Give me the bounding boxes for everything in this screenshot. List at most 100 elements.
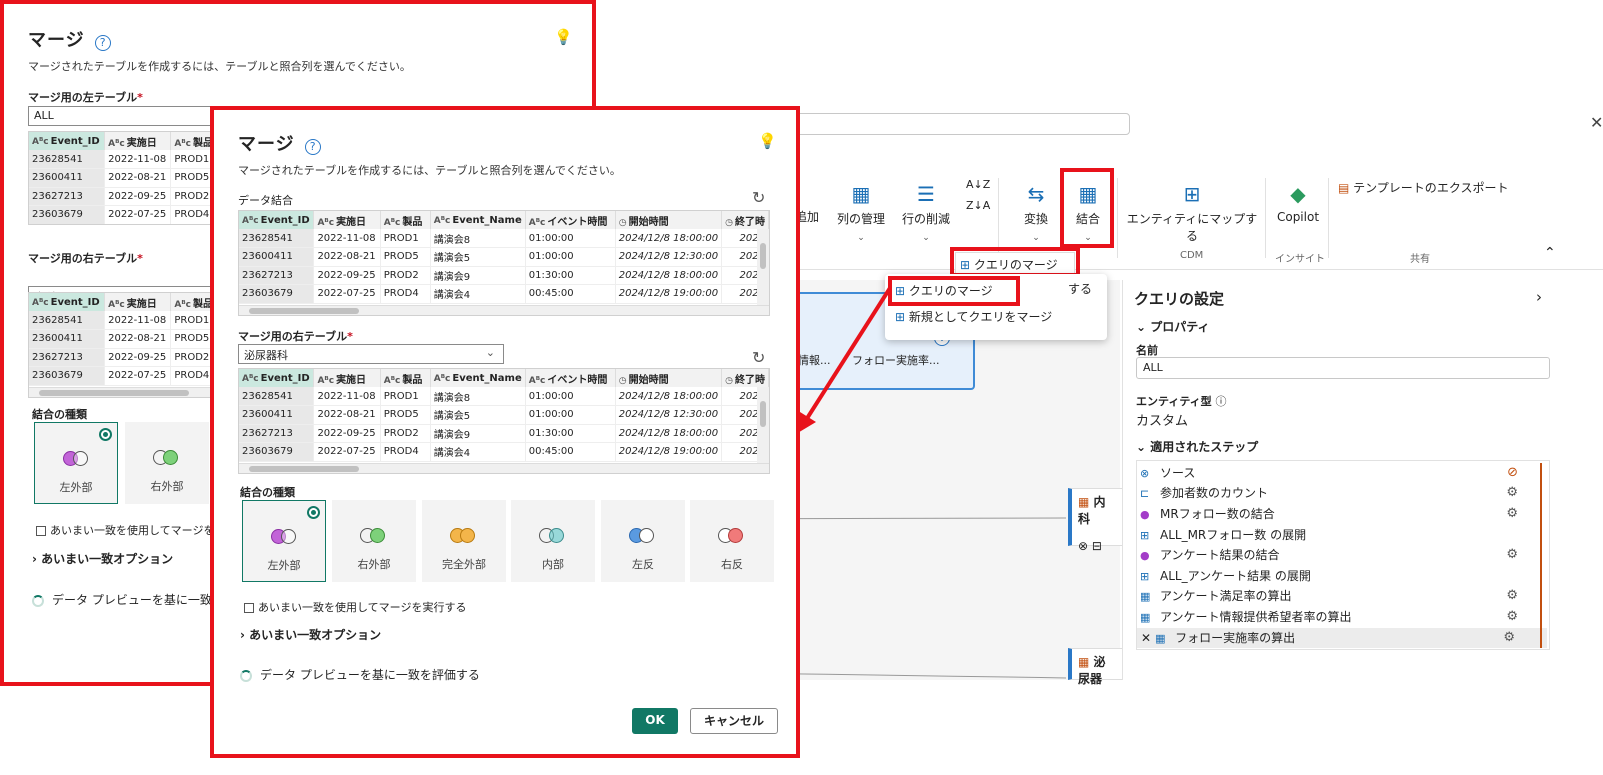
table-row: 23600411 2022-08-21 PROD5 <box>29 329 217 349</box>
help-icon[interactable]: ? <box>94 35 111 51</box>
sort-buttons[interactable]: A↓Z Z↓A <box>966 178 990 212</box>
side-node-naika[interactable]: ▦ 内科 ⊗ ⊟ <box>1068 488 1124 553</box>
remove-rows-button[interactable]: ☰ 行の削減 ⌄ <box>898 182 954 243</box>
column-header[interactable]: ◷ 開始時間 <box>615 369 723 387</box>
fuzzy-options-toggle[interactable]: › あいまい一致オプション <box>32 550 173 567</box>
chevron-right-icon: › <box>32 552 37 566</box>
menu-merge-as-new[interactable]: ⊞ 新規としてクエリをマージ <box>895 308 1052 325</box>
merge-menu-highlight <box>888 276 1020 306</box>
venn-left-outer-icon <box>243 525 325 549</box>
step-item-selected[interactable]: ✕ ▦ フォロー実施率の算出 ⚙ <box>1137 628 1547 648</box>
gear-icon[interactable]: ⚙ <box>1506 483 1518 503</box>
refresh-icon[interactable]: ↻ <box>752 188 765 207</box>
column-header[interactable]: Aᴮc 実施日 <box>104 132 172 150</box>
fuzzy-checkbox[interactable]: あいまい一致を使用してマージを実行する <box>244 599 466 615</box>
group-icon: ⊏ <box>1140 487 1150 500</box>
chevron-down-icon: ⌄ <box>485 346 495 359</box>
gear-icon[interactable]: ⚙ <box>1506 586 1518 606</box>
step-item[interactable]: ⊞ ALL_MRフォロー数 の展開 <box>1140 525 1550 545</box>
table-row: 23603679 2022-07-25 PROD4 <box>29 366 217 386</box>
dialog-title: マージ? <box>28 26 111 52</box>
vertical-scrollbar[interactable] <box>757 387 769 463</box>
table-row: 23600411 2022-08-21 PROD5 講演会5 01:00:00 2024/… <box>239 247 769 267</box>
table-row: 23628541 2022-11-08 PROD1 講演会8 01:00:00 2024/… <box>239 387 769 406</box>
refresh-icon[interactable]: ↻ <box>752 348 765 367</box>
column-header[interactable]: Aᴮc イベント時間 <box>525 369 616 387</box>
close-icon[interactable]: ✕ <box>1590 113 1603 132</box>
step-item[interactable]: ● アンケート結果の結合 ⚙ <box>1140 545 1550 565</box>
radio-selected-icon <box>307 506 320 519</box>
step-item[interactable]: ▦ アンケート情報提供希望者率の算出 ⚙ <box>1140 607 1550 627</box>
lightbulb-icon[interactable]: 💡 <box>554 28 573 46</box>
delete-icon[interactable]: ✕ <box>1141 631 1151 645</box>
join-right-outer[interactable]: 右外部 <box>125 422 209 504</box>
right-table-select[interactable]: 泌尿器科 ⌄ <box>238 344 504 364</box>
properties-header[interactable]: ⌄ プロパティ <box>1136 318 1210 335</box>
column-header[interactable]: ◷ 開始時間 <box>615 211 723 229</box>
column-header[interactable]: Aᴮc Event_Name <box>430 369 526 387</box>
cancel-button[interactable]: キャンセル <box>690 708 778 734</box>
gear-icon[interactable]: ⚙ <box>1506 504 1518 524</box>
column-header[interactable]: Aᴮc 実施日 <box>104 293 172 311</box>
column-header[interactable]: Aᴮc Event_ID <box>29 132 106 150</box>
gear-icon[interactable]: ⚙ <box>1503 628 1515 648</box>
column-header[interactable]: Aᴮc Event_ID <box>239 369 315 387</box>
step-item[interactable]: ▦ アンケート満足率の算出 ⚙ <box>1140 586 1550 606</box>
horizontal-scrollbar[interactable] <box>29 387 217 397</box>
table-row: 23600411 2022-08-21 PROD5 <box>29 168 217 188</box>
column-header[interactable]: ◷ 終了時 <box>721 369 769 387</box>
fuzzy-options-toggle[interactable]: › あいまい一致オプション <box>240 626 381 643</box>
column-header[interactable]: Aᴮc 製品 <box>380 211 431 229</box>
text-type-icon: Aᴮc <box>317 217 335 228</box>
applied-steps-header[interactable]: ⌄ 適用されたステップ <box>1136 438 1258 455</box>
join-inner[interactable]: 内部 <box>511 500 595 582</box>
chevron-right-icon[interactable]: › <box>1536 288 1542 306</box>
ok-button[interactable]: OK <box>632 708 678 734</box>
table-row: 23603679 2022-07-25 PROD4 講演会4 00:45:00 2024/… <box>239 284 769 304</box>
sort-asc-icon[interactable]: A↓Z <box>966 178 990 191</box>
column-header[interactable]: Aᴮc Event_Name <box>430 211 526 229</box>
join-left-anti[interactable]: 左反 <box>601 500 685 582</box>
join-kind-label: 結合の種類 <box>32 408 87 421</box>
column-header[interactable]: Aᴮc 実施日 <box>313 211 381 229</box>
gear-icon[interactable]: ⚙ <box>1506 545 1518 565</box>
join-right-anti[interactable]: 右反 <box>690 500 774 582</box>
sort-desc-icon[interactable]: Z↓A <box>966 199 990 212</box>
group-insight: インサイト <box>1275 254 1325 265</box>
vertical-scrollbar[interactable] <box>757 229 769 305</box>
chevron-right-icon: › <box>240 628 245 642</box>
text-type-icon: Aᴮc <box>32 297 49 308</box>
transform-button[interactable]: ⇆ 変換 ⌄ <box>1014 182 1058 243</box>
fuzzy-checkbox[interactable]: あいまい一致を使用してマージを実 <box>36 522 225 538</box>
manage-columns-button[interactable]: ▦ 列の管理 ⌄ <box>835 182 887 243</box>
step-item[interactable]: ⊗ ソース ⊘ <box>1140 463 1550 483</box>
join-left-outer[interactable]: 左外部 <box>34 422 118 504</box>
info-icon: ⓘ <box>1215 395 1227 408</box>
collapse-ribbon-icon[interactable]: ⌃ <box>1544 245 1556 261</box>
lightbulb-icon[interactable]: 💡 <box>758 132 777 150</box>
dialog-description: マージされたテーブルを作成するには、テーブルと照合列を選んでください。 <box>238 164 621 177</box>
side-node-urology[interactable]: ▦ 泌尿器 <box>1068 648 1124 686</box>
join-left-outer[interactable]: 左外部 <box>242 500 326 582</box>
horizontal-scrollbar[interactable] <box>239 305 769 315</box>
help-icon[interactable]: ? <box>304 139 321 155</box>
column-header[interactable]: Aᴮc Event_ID <box>239 211 315 229</box>
column-header[interactable]: Aᴮc Event_ID <box>29 293 106 311</box>
step-item[interactable]: ● MRフォロー数の結合 ⚙ <box>1140 504 1550 524</box>
column-header[interactable]: Aᴮc 実施日 <box>313 369 381 387</box>
eval-status: データ プレビューを基に一致を <box>32 591 224 608</box>
column-header[interactable]: ◷ 終了時 <box>721 211 769 229</box>
column-header[interactable]: Aᴮc 製品 <box>380 369 431 387</box>
join-right-outer[interactable]: 右外部 <box>332 500 416 582</box>
step-item[interactable]: ⊏ 参加者数のカウント ⚙ <box>1140 483 1550 503</box>
gear-icon[interactable]: ⚙ <box>1506 607 1518 627</box>
join-full-outer[interactable]: 完全外部 <box>422 500 506 582</box>
copilot-button[interactable]: ◆ Copilot <box>1272 182 1324 224</box>
map-entity-button[interactable]: ⊞ エンティティにマップする <box>1122 182 1262 244</box>
table-icon: ▦ <box>1078 495 1090 509</box>
horizontal-scrollbar[interactable] <box>239 463 769 473</box>
name-input[interactable]: ALL <box>1136 357 1550 379</box>
column-header[interactable]: Aᴮc イベント時間 <box>525 211 616 229</box>
export-template-button[interactable]: ▤ テンプレートのエクスポート <box>1338 179 1508 196</box>
step-item[interactable]: ⊞ ALL_アンケート結果 の展開 <box>1140 566 1550 586</box>
